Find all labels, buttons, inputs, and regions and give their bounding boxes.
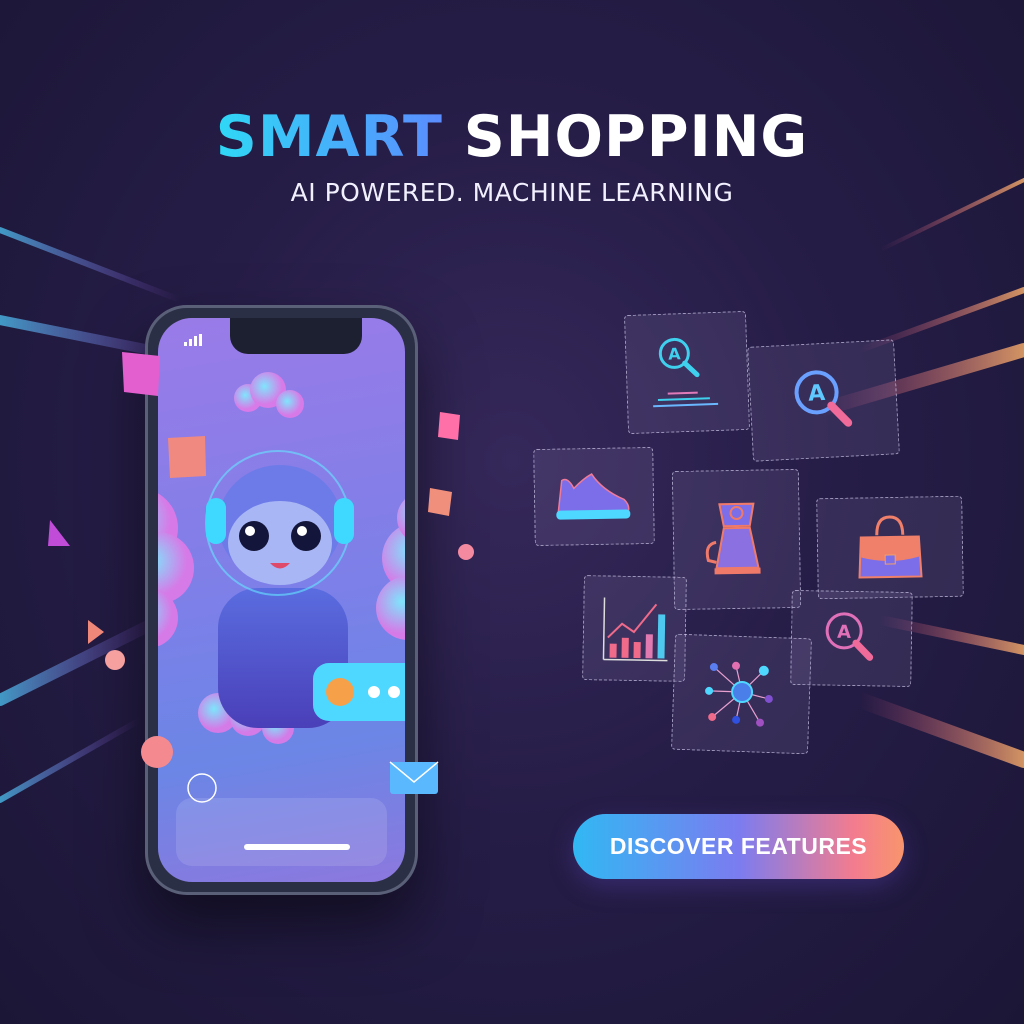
growth-chart-icon <box>602 596 667 661</box>
feature-card-ai-search-2: A <box>790 589 913 688</box>
feature-card-ai-search-document: A <box>623 310 751 435</box>
svg-text:A: A <box>807 380 825 406</box>
handbag-icon <box>858 515 923 579</box>
ai-search-icon: A <box>794 369 852 427</box>
neural-network-icon <box>704 661 773 727</box>
ai-search-document-icon: A <box>653 337 719 407</box>
kettle-icon <box>705 502 761 574</box>
subheadline: AI POWERED. MACHINE LEARNING <box>290 178 734 207</box>
ai-search-icon: A <box>825 611 873 661</box>
svg-text:A: A <box>668 344 682 363</box>
discover-features-button[interactable]: DISCOVER FEATURES <box>573 814 904 879</box>
headline-rest: SHOPPING <box>463 104 809 170</box>
svg-text:A: A <box>836 621 850 642</box>
phone-dock <box>176 798 387 866</box>
feature-card-sneaker <box>533 446 655 547</box>
home-indicator <box>244 844 350 850</box>
sneaker-icon <box>556 472 631 520</box>
feature-card-handbag <box>816 495 964 600</box>
phone-screen <box>158 318 405 882</box>
feature-card-growth-chart <box>582 575 687 682</box>
headline: SMART SHOPPING <box>0 104 1024 170</box>
smartphone-illustration <box>145 305 418 895</box>
headline-accent: SMART <box>215 104 443 170</box>
feature-card-kettle <box>671 468 802 611</box>
feature-card-ai-search: A <box>747 339 900 462</box>
